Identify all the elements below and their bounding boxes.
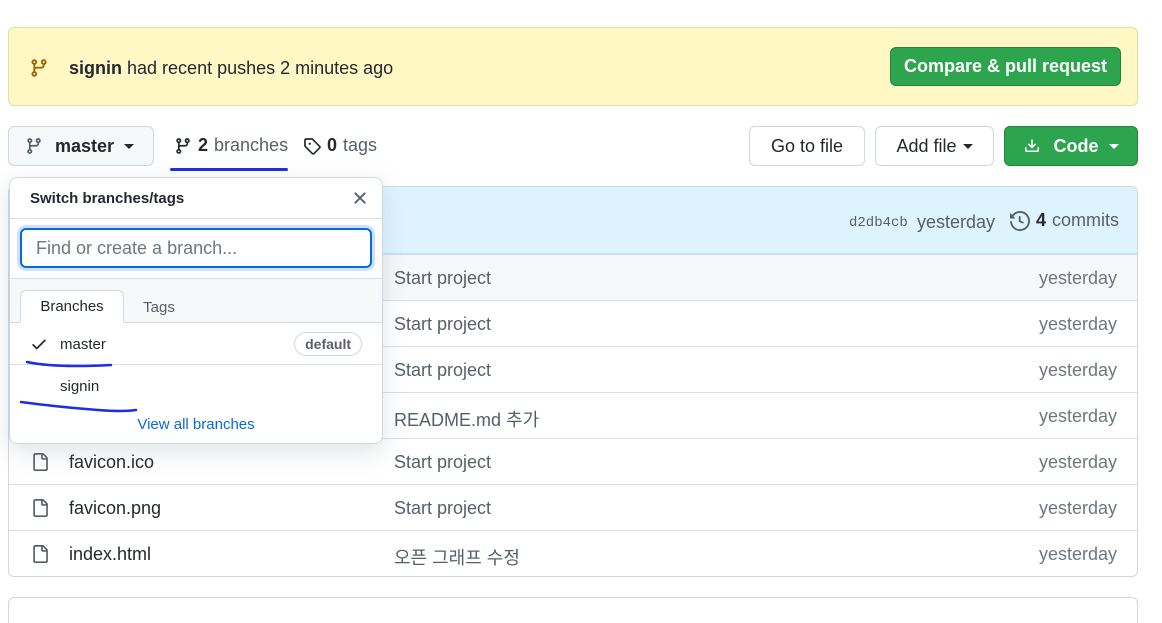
commit-date: yesterday (1038, 498, 1117, 518)
branch-name: master (60, 336, 106, 353)
file-name[interactable]: favicon.ico (69, 452, 154, 473)
dropdown-header: Switch branches/tags (10, 178, 382, 219)
commit-date: yesterday (1038, 452, 1117, 472)
file-row[interactable]: favicon.png Start project yesterday (9, 484, 1137, 530)
commits-count: 4 (1036, 210, 1047, 230)
branch-icon (31, 59, 47, 77)
tab-tags[interactable]: Tags (135, 291, 183, 324)
banner-branch-link[interactable]: signin (69, 58, 122, 78)
branch-icon (27, 138, 41, 154)
annotation-underline-master (25, 360, 113, 368)
compare-pull-request-button[interactable]: Compare & pull request (890, 47, 1121, 86)
file-name[interactable]: index.html (69, 544, 151, 565)
code-button[interactable]: Code (1004, 126, 1138, 166)
commit-message[interactable]: 오픈 그래프 수정 (394, 544, 520, 570)
annotation-underline (170, 168, 288, 171)
branch-name: signin (60, 378, 100, 395)
tag-icon (304, 137, 321, 155)
file-icon (33, 453, 48, 471)
commit-message[interactable]: Start project (394, 314, 491, 335)
add-file-button[interactable]: Add file (875, 126, 994, 166)
commits-link[interactable]: 4 commits (1010, 210, 1119, 231)
tags-count: 0 (327, 135, 338, 155)
close-icon[interactable] (350, 188, 370, 208)
tags-label: tags (343, 135, 378, 155)
chevron-down-icon (962, 143, 973, 149)
commits-label: commits (1052, 210, 1120, 230)
banner-message: signin had recent pushes 2 minutes ago (69, 58, 393, 79)
tags-link[interactable]: 0 tags (303, 135, 377, 156)
commit-date: yesterday (1038, 406, 1117, 426)
branches-link[interactable]: 2 branches (174, 135, 288, 156)
commit-message[interactable]: Start project (394, 498, 491, 519)
check-icon (32, 339, 46, 350)
readme-box (8, 597, 1138, 623)
commit-sha-link[interactable]: d2db4cb (849, 215, 908, 231)
dropdown-title: Switch branches/tags (30, 190, 185, 207)
branches-count: 2 (198, 135, 209, 155)
dropdown-tabs: Branches Tags (10, 279, 382, 323)
branch-select-button[interactable]: master (8, 126, 154, 166)
branches-label: branches (214, 135, 289, 155)
view-all-branches-link[interactable]: View all branches (10, 416, 382, 433)
tab-branches[interactable]: Branches (20, 290, 124, 323)
annotation-underline-signin (19, 400, 138, 413)
commit-date: yesterday (1038, 268, 1117, 288)
file-row[interactable]: index.html 오픈 그래프 수정 yesterday (9, 530, 1137, 576)
commit-message[interactable]: Start project (394, 268, 491, 289)
add-file-label: Add file (896, 135, 957, 156)
commit-time: yesterday (917, 212, 996, 232)
commit-message[interactable]: Start project (394, 360, 491, 381)
commit-date: yesterday (1038, 360, 1117, 380)
file-icon (33, 499, 48, 517)
history-icon (1010, 210, 1030, 231)
banner-text: had recent pushes 2 minutes ago (127, 58, 394, 78)
commit-date: yesterday (1038, 544, 1117, 564)
search-wrap (10, 219, 382, 279)
chevron-down-icon (1108, 143, 1119, 149)
commit-message[interactable]: README.md 추가 (394, 406, 539, 432)
code-label: Code (1053, 135, 1099, 156)
commit-date: yesterday (1038, 314, 1117, 334)
branch-search-input[interactable] (20, 228, 372, 268)
commit-message[interactable]: Start project (394, 452, 491, 473)
download-icon (1024, 139, 1039, 152)
file-name[interactable]: favicon.png (69, 498, 161, 519)
branch-icon (176, 137, 190, 154)
file-row[interactable]: favicon.ico Start project yesterday (9, 438, 1137, 484)
chevron-down-icon (124, 143, 135, 149)
go-to-file-button[interactable]: Go to file (749, 126, 865, 166)
file-icon (33, 545, 48, 563)
current-branch-label: master (55, 135, 115, 156)
default-badge: default (294, 332, 362, 356)
